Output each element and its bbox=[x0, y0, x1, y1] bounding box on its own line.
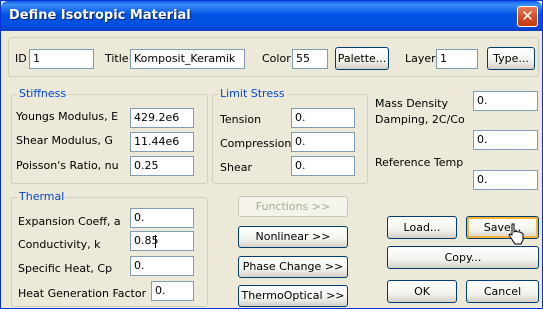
conductivity-label: Conductivity, k bbox=[18, 238, 101, 251]
mass-density-label: Mass Density bbox=[375, 97, 449, 110]
damping-label: Damping, 2C/Co bbox=[375, 113, 465, 126]
color-label: Color bbox=[262, 52, 291, 65]
load-button[interactable]: Load... bbox=[387, 216, 457, 239]
shear-modulus-label: Shear Modulus, G bbox=[16, 134, 113, 147]
copy-button[interactable]: Copy... bbox=[387, 246, 539, 269]
cancel-button[interactable]: Cancel bbox=[466, 280, 539, 303]
define-isotropic-material-dialog: Define Isotropic Material ✕ ID 1 Title K… bbox=[0, 0, 543, 309]
stiffness-group-label: Stiffness bbox=[17, 87, 69, 100]
layer-label: Layer bbox=[405, 52, 436, 65]
poissons-ratio-label: Poisson's Ratio, nu bbox=[16, 159, 119, 172]
window-title: Define Isotropic Material bbox=[9, 8, 191, 23]
close-button[interactable]: ✕ bbox=[517, 6, 538, 27]
specific-heat-label: Specific Heat, Cp bbox=[18, 262, 113, 275]
heat-generation-label: Heat Generation Factor bbox=[18, 287, 147, 300]
compression-field[interactable]: 0. bbox=[291, 132, 355, 152]
color-field[interactable]: 55 bbox=[292, 49, 328, 69]
youngs-modulus-label: Youngs Modulus, E bbox=[16, 110, 119, 123]
palette-button[interactable]: Palette... bbox=[335, 47, 389, 70]
functions-button[interactable]: Functions >> bbox=[238, 196, 348, 217]
layer-field[interactable]: 1 bbox=[436, 49, 478, 69]
phase-change-button[interactable]: Phase Change >> bbox=[238, 256, 348, 278]
tension-field[interactable]: 0. bbox=[291, 108, 355, 128]
ok-button[interactable]: OK bbox=[387, 280, 457, 303]
limit-stress-group-label: Limit Stress bbox=[218, 87, 287, 100]
mass-density-field[interactable]: 0. bbox=[473, 91, 538, 111]
specific-heat-field[interactable]: 0. bbox=[130, 256, 194, 276]
shear-limit-field[interactable]: 0. bbox=[291, 156, 355, 176]
tension-label: Tension bbox=[220, 113, 262, 126]
heat-generation-field[interactable]: 0. bbox=[151, 281, 194, 301]
title-field[interactable]: Komposit_Keramik bbox=[130, 49, 245, 69]
damping-field[interactable]: 0. bbox=[473, 130, 538, 150]
nonlinear-button[interactable]: Nonlinear >> bbox=[238, 226, 348, 248]
id-field[interactable]: 1 bbox=[29, 49, 94, 69]
save-button[interactable]: Save... bbox=[466, 216, 539, 239]
id-label: ID bbox=[15, 52, 27, 65]
expansion-coeff-field[interactable]: 0. bbox=[130, 208, 194, 228]
type-button[interactable]: Type... bbox=[487, 47, 535, 70]
reference-temp-label: Reference Temp bbox=[375, 156, 464, 169]
thermal-group-label: Thermal bbox=[17, 190, 67, 203]
title-label: Title bbox=[105, 52, 129, 65]
mouse-pointer-icon bbox=[508, 223, 524, 245]
compression-label: Compression bbox=[220, 137, 292, 150]
close-icon: ✕ bbox=[521, 7, 534, 25]
thermo-optical-button[interactable]: ThermoOptical >> bbox=[238, 285, 348, 307]
youngs-modulus-field[interactable]: 429.2e6 bbox=[130, 108, 194, 128]
shear-modulus-field[interactable]: 11.44e6 bbox=[130, 132, 194, 152]
text-caret bbox=[155, 235, 156, 248]
reference-temp-field[interactable]: 0. bbox=[473, 170, 538, 190]
title-bar[interactable]: Define Isotropic Material ✕ bbox=[1, 1, 542, 31]
poissons-ratio-field[interactable]: 0.25 bbox=[130, 156, 194, 176]
conductivity-field[interactable]: 0.85 bbox=[130, 231, 194, 251]
expansion-coeff-label: Expansion Coeff, a bbox=[18, 215, 121, 228]
shear-limit-label: Shear bbox=[220, 161, 252, 174]
